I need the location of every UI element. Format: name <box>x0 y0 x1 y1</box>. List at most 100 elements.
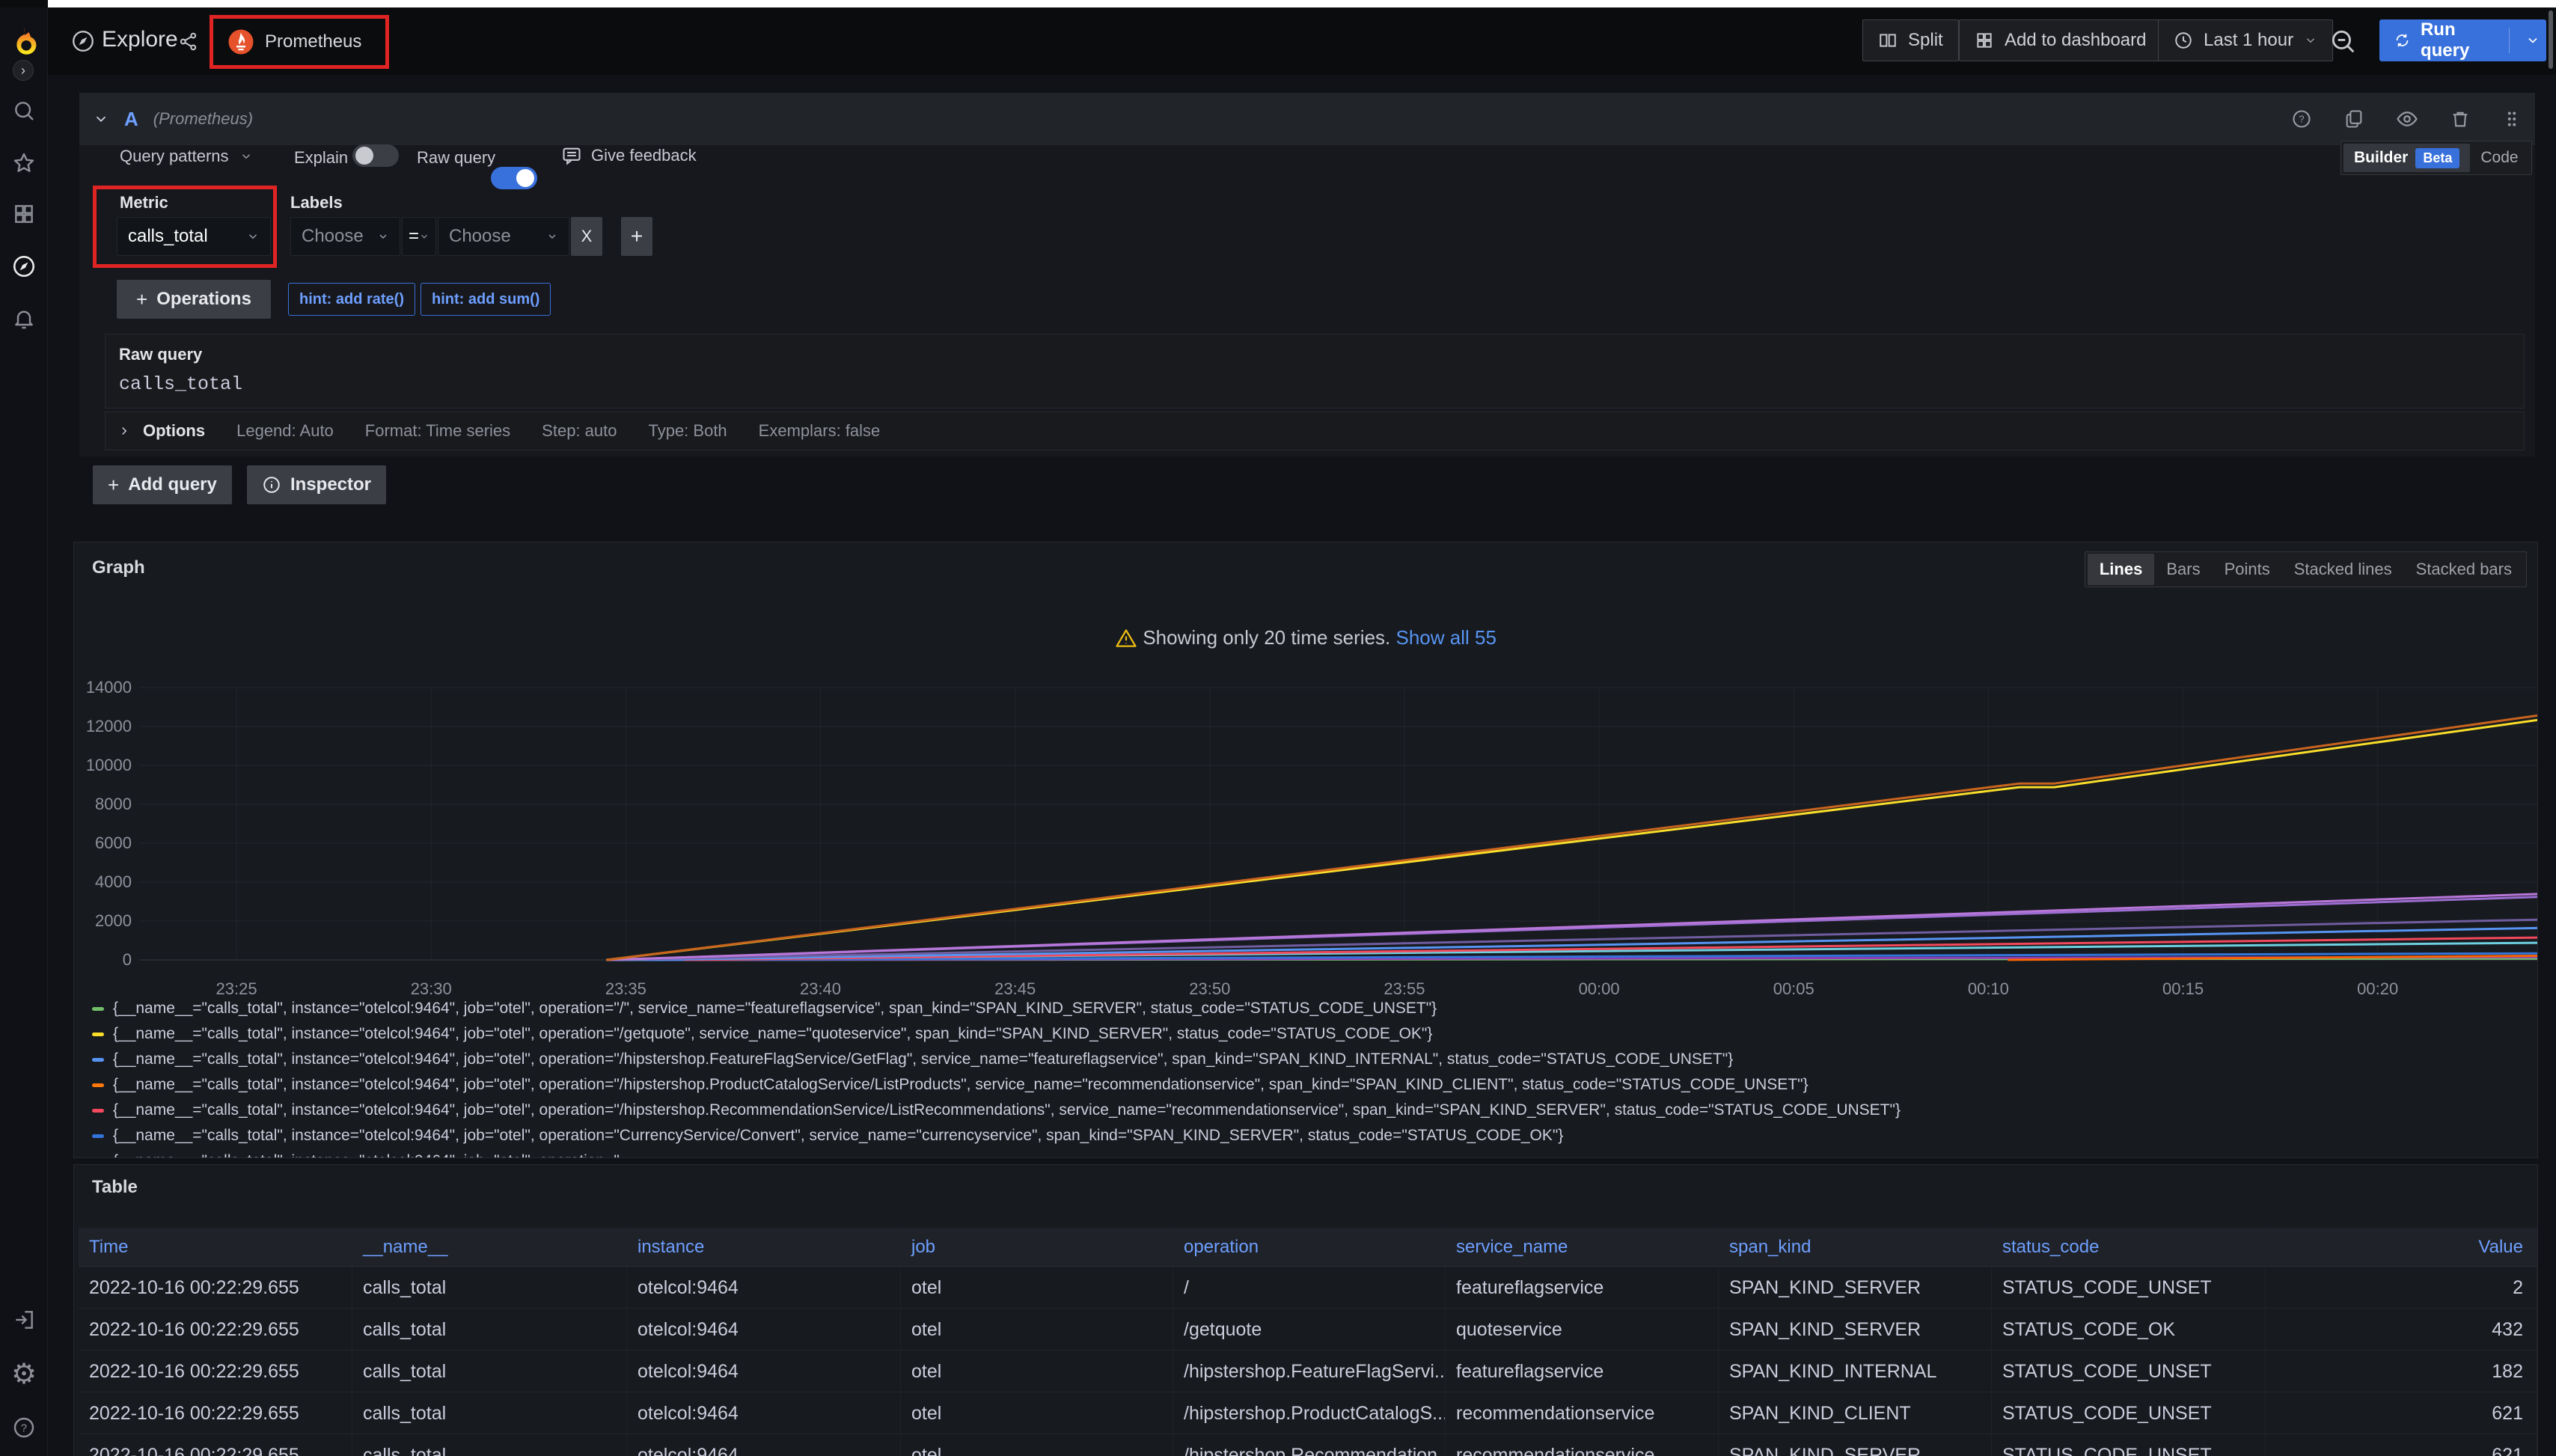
table-cell: STATUS_CODE_UNSET <box>1992 1434 2266 1456</box>
table-column-header-operation[interactable]: operation <box>1173 1228 1446 1267</box>
star-icon[interactable] <box>0 142 48 184</box>
legend-series-color <box>92 1033 104 1036</box>
graph-mode-stacked-lines[interactable]: Stacked lines <box>2282 554 2404 585</box>
scrollbar-thumb[interactable] <box>2549 10 2553 69</box>
graph-mode-lines[interactable]: Lines <box>2088 554 2154 585</box>
graph-mode-stacked-bars[interactable]: Stacked bars <box>2404 554 2524 585</box>
run-query-divider <box>2509 28 2510 53</box>
table-cell: otelcol:9464 <box>627 1351 901 1392</box>
drag-handle-icon[interactable] <box>2502 109 2522 129</box>
datasource-picker[interactable]: Prometheus <box>218 22 380 61</box>
legend-item[interactable]: {__name__="calls_total", instance="otelc… <box>92 1098 2530 1123</box>
table-column-header-value[interactable]: Value <box>2266 1228 2537 1267</box>
query-datasource-hint: (Prometheus) <box>153 109 253 129</box>
option-summary-item: Exemplars: false <box>759 421 881 441</box>
give-feedback-button[interactable]: Give feedback <box>561 145 697 166</box>
legend-item[interactable]: {__name__="calls_total", instance="otelc… <box>92 1123 2530 1148</box>
collapse-chevron-icon <box>93 111 109 127</box>
legend-item[interactable]: {__name__="calls_total", instance="otelc… <box>92 1021 2530 1047</box>
table-column-header-name[interactable]: __name__ <box>352 1228 627 1267</box>
graph-mode-points[interactable]: Points <box>2213 554 2282 585</box>
legend-item[interactable]: {__name__="calls_total", instance="otelc… <box>92 1047 2530 1072</box>
legend-item-partial[interactable]: {__name__="calls_total", instance="otelc… <box>92 1148 2530 1158</box>
zoom-out-icon[interactable] <box>2329 27 2357 55</box>
explore-header-icon <box>70 28 96 54</box>
tab-builder[interactable]: Builder Beta <box>2343 144 2470 172</box>
table-column-header-servicename[interactable]: service_name <box>1446 1228 1719 1267</box>
chart-canvas[interactable] <box>74 677 2538 969</box>
split-button[interactable]: Split <box>1862 19 1959 61</box>
tab-code[interactable]: Code <box>2470 144 2528 172</box>
query-patterns-dropdown[interactable]: Query patterns <box>120 147 253 166</box>
option-summary-item: Format: Time series <box>365 421 510 441</box>
help-circle-icon[interactable]: ? <box>2291 108 2312 129</box>
table-column-header-instance[interactable]: instance <box>627 1228 901 1267</box>
legend-series-label: {__name__="calls_total", instance="otelc… <box>113 1000 1437 1018</box>
label-operator-select[interactable]: = <box>402 217 436 256</box>
grafana-logo[interactable] <box>6 22 42 64</box>
sign-in-icon[interactable] <box>0 1299 48 1341</box>
warning-icon <box>1115 626 1143 649</box>
help-icon[interactable]: ? <box>0 1407 48 1449</box>
query-row-header[interactable]: A (Prometheus) ? <box>79 93 2535 145</box>
query-options-row[interactable]: Options Legend: AutoFormat: Time seriesS… <box>105 412 2525 450</box>
time-range-picker[interactable]: Last 1 hour <box>2158 19 2333 61</box>
table-cell: calls_total <box>352 1309 627 1351</box>
table-cell: 621 <box>2266 1434 2537 1456</box>
sidebar-expand-button[interactable]: › <box>13 60 34 81</box>
label-value-select[interactable]: Choose <box>438 217 569 256</box>
option-summary-item: Step: auto <box>542 421 617 441</box>
legend-series-label: {__name__="calls_total", instance="otelc… <box>113 1101 1901 1119</box>
legend-series-label: {__name__="calls_total", instance="otelc… <box>113 1050 1733 1068</box>
table-cell: featureflagservice <box>1446 1351 1719 1392</box>
graph-mode-switcher: LinesBarsPointsStacked linesStacked bars <box>2085 551 2527 587</box>
metric-select[interactable]: calls_total <box>117 217 271 256</box>
chevron-down-icon <box>2525 33 2540 48</box>
table-column-header-job[interactable]: job <box>901 1228 1173 1267</box>
sync-icon <box>2394 31 2410 50</box>
run-query-dropdown[interactable] <box>2520 33 2546 48</box>
legend-series-color <box>92 1007 104 1011</box>
explore-compass-icon[interactable] <box>0 245 48 287</box>
graph-mode-bars[interactable]: Bars <box>2154 554 2212 585</box>
settings-gear-icon[interactable]: ⚙ <box>0 1353 48 1395</box>
table-cell: 2022-10-16 00:22:29.655 <box>79 1434 352 1456</box>
eye-icon[interactable] <box>2396 108 2418 130</box>
apps-grid-icon[interactable] <box>0 193 48 235</box>
chart-series <box>606 715 2537 960</box>
explain-toggle[interactable] <box>352 144 399 167</box>
table-cell: SPAN_KIND_SERVER <box>1719 1267 1992 1309</box>
datasource-name: Prometheus <box>265 31 361 52</box>
table-cell: SPAN_KIND_INTERNAL <box>1719 1351 1992 1392</box>
raw-query-toggle[interactable] <box>491 167 537 189</box>
hint-add-sum-button[interactable]: hint: add sum() <box>421 283 551 316</box>
data-table: Time__name__instancejoboperationservice_… <box>79 1228 2537 1456</box>
run-query-button[interactable]: Run query <box>2379 19 2546 61</box>
table-column-header-statuscode[interactable]: status_code <box>1992 1228 2266 1267</box>
add-query-button[interactable]: + Add query <box>93 465 232 504</box>
remove-label-button[interactable]: X <box>571 217 602 256</box>
legend-item[interactable]: {__name__="calls_total", instance="otelc… <box>92 1072 2530 1098</box>
operations-button[interactable]: + Operations <box>117 280 271 319</box>
table-cell: 2022-10-16 00:22:29.655 <box>79 1309 352 1351</box>
show-all-series-link[interactable]: Show all 55 <box>1396 626 1496 649</box>
plus-icon: + <box>108 474 119 497</box>
alerting-bell-icon[interactable] <box>0 298 48 340</box>
label-key-select[interactable]: Choose <box>290 217 400 256</box>
copy-icon[interactable] <box>2343 108 2364 129</box>
table-column-header-spankind[interactable]: span_kind <box>1719 1228 1992 1267</box>
add-to-dashboard-button[interactable]: Add to dashboard <box>1959 19 2162 61</box>
share-icon[interactable] <box>178 31 198 52</box>
option-summary-item: Type: Both <box>648 421 727 441</box>
trash-icon[interactable] <box>2450 108 2471 129</box>
inspector-button[interactable]: Inspector <box>247 465 386 504</box>
table-cell: featureflagservice <box>1446 1267 1719 1309</box>
table-column-header-time[interactable]: Time <box>79 1228 352 1267</box>
legend-item[interactable]: {__name__="calls_total", instance="otelc… <box>92 996 2530 1021</box>
search-icon[interactable] <box>0 90 48 132</box>
query-ref-id[interactable]: A <box>124 108 138 131</box>
add-label-button[interactable]: + <box>621 217 652 256</box>
window-strip <box>48 0 2556 7</box>
table-cell: /hipstershop.ProductCatalogS... <box>1173 1392 1446 1434</box>
hint-add-rate-button[interactable]: hint: add rate() <box>288 283 415 316</box>
